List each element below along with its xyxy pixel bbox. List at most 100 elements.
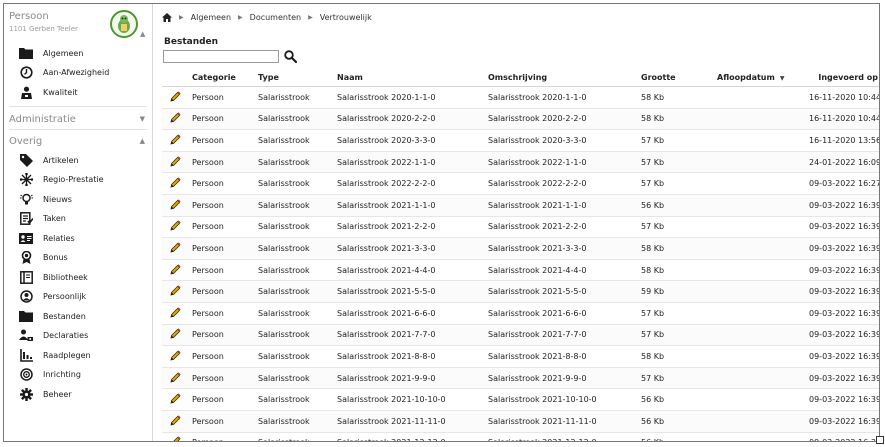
cell-omschrijving: Salarisstrook 2021-12-12-0 xyxy=(484,432,637,441)
cell-categorie: Persoon xyxy=(188,172,254,195)
table-row[interactable]: Persoon Salarisstrook Salarisstrook 2022-2… xyxy=(162,172,879,195)
cell-afloopdatum xyxy=(713,302,805,325)
cell-omschrijving: Salarisstrook 2021-8-8-0 xyxy=(484,345,637,368)
cell-ingevoerd-op: 09-03-2022 16:39 xyxy=(805,410,879,433)
cell-omschrijving: Salarisstrook 2022-1-1-0 xyxy=(484,151,637,174)
table-row[interactable]: Persoon Salarisstrook Salarisstrook 2020-1… xyxy=(162,86,879,109)
sidebar-item-relaties[interactable]: Relaties xyxy=(19,230,75,246)
cell-ingevoerd-op: 09-03-2022 16:39 xyxy=(805,324,879,347)
sidebar-item-bibliotheek[interactable]: Bibliotheek xyxy=(19,269,88,285)
chevron-up-icon[interactable]: ▲ xyxy=(140,137,145,145)
divider xyxy=(9,106,147,107)
sidebar-item-regio-prestatie[interactable]: Regio-Prestatie xyxy=(19,172,104,188)
pencil-icon[interactable] xyxy=(170,134,181,145)
column-header-grootte[interactable]: Grootte xyxy=(637,68,713,87)
cell-naam: Salarisstrook 2021-5-5-0 xyxy=(333,280,484,303)
table-row[interactable]: Persoon Salarisstrook Salarisstrook 2021-8… xyxy=(162,345,879,368)
task-icon xyxy=(19,212,33,226)
pencil-icon[interactable] xyxy=(170,307,181,318)
table-row[interactable]: Persoon Salarisstrook Salarisstrook 2021-9… xyxy=(162,367,879,390)
table-row[interactable]: Persoon Salarisstrook Salarisstrook 2021-2… xyxy=(162,216,879,239)
cell-type: Salarisstrook xyxy=(254,259,333,282)
pencil-icon[interactable] xyxy=(170,371,181,383)
pencil-icon[interactable] xyxy=(170,328,181,339)
column-header-afloopdatum[interactable]: Afloopdatum ▼ xyxy=(713,68,805,87)
pencil-icon[interactable] xyxy=(170,436,181,441)
pencil-icon[interactable] xyxy=(170,91,181,102)
sidebar-item-kwaliteit[interactable]: Kwaliteit xyxy=(19,84,78,100)
cell-grootte: 57 Kb xyxy=(637,302,713,325)
table-row[interactable]: Persoon Salarisstrook Salarisstrook 2021-6… xyxy=(162,302,879,325)
breadcrumb-item[interactable]: Documenten xyxy=(250,13,301,22)
column-header-categorie[interactable]: Categorie xyxy=(188,68,254,87)
breadcrumb-item[interactable]: Vertrouwelijk xyxy=(320,13,372,22)
pencil-icon[interactable] xyxy=(170,177,181,188)
section-overig[interactable]: Overig ▲ xyxy=(9,134,147,148)
chevron-up-icon[interactable]: ▲ xyxy=(140,30,145,38)
table-row[interactable]: Persoon Salarisstrook Salarisstrook 2022-1… xyxy=(162,151,879,174)
sidebar-item-aan-afwezigheid[interactable]: Aan-Afwezigheid xyxy=(19,65,109,81)
cell-afloopdatum xyxy=(713,194,805,217)
cell-grootte: 57 Kb xyxy=(637,216,713,239)
table-row[interactable]: PersoonSalarisstrookSalarisstrook 2021-1… xyxy=(162,388,879,411)
pencil-icon[interactable] xyxy=(170,350,181,361)
sidebar-item-raadplegen[interactable]: Raadplegen xyxy=(19,347,91,363)
column-header-type[interactable]: Type xyxy=(254,68,333,87)
cell-ingevoerd-op: 24-01-2022 16:09 xyxy=(805,151,879,174)
pencil-icon[interactable] xyxy=(170,220,181,231)
column-header-ingevoerd-op[interactable]: Ingevoerd op xyxy=(805,68,879,87)
sidebar-item-persoonlijk[interactable]: Persoonlijk xyxy=(19,289,86,305)
pencil-icon[interactable] xyxy=(170,112,181,123)
pencil-icon[interactable] xyxy=(170,155,181,167)
sidebar-item-label: Regio-Prestatie xyxy=(43,175,104,184)
cell-grootte: 56 Kb xyxy=(637,388,713,411)
cell-type: Salarisstrook xyxy=(254,194,333,217)
sidebar-item-inrichting[interactable]: Inrichting xyxy=(19,367,81,383)
sidebar-item-declaraties[interactable]: Declaraties xyxy=(19,328,88,344)
table-row[interactable]: PersoonSalarisstrookSalarisstrook 2021-1… xyxy=(162,432,879,441)
edit-cell xyxy=(162,237,188,260)
sidebar-item-beheer[interactable]: Beheer xyxy=(19,386,72,402)
sidebar-item-algemeen[interactable]: Algemeen xyxy=(19,45,83,61)
chevron-down-icon[interactable]: ▼ xyxy=(140,115,145,123)
column-header-naam[interactable]: Naam xyxy=(333,68,484,87)
column-header-omschrijving[interactable]: Omschrijving xyxy=(484,68,637,87)
cell-afloopdatum xyxy=(713,367,805,390)
cell-naam: Salarisstrook 2020-2-2-0 xyxy=(333,108,484,131)
table-row[interactable]: PersoonSalarisstrookSalarisstrook 2021-1… xyxy=(162,194,879,217)
cell-ingevoerd-op: 09-03-2022 16:39 xyxy=(805,367,879,390)
search-input[interactable] xyxy=(163,50,279,63)
cell-grootte: 58 Kb xyxy=(637,108,713,131)
table-row[interactable]: Persoon Salarisstrook Salarisstrook 2020-3… xyxy=(162,129,879,152)
sidebar-item-artikelen[interactable]: Artikelen xyxy=(19,152,79,168)
table-row[interactable]: PersoonSalarisstrookSalarisstrook 2021-1… xyxy=(162,410,879,433)
home-icon[interactable] xyxy=(162,13,172,22)
breadcrumb-item[interactable]: Algemeen xyxy=(191,13,231,22)
sidebar-item-bestanden[interactable]: Bestanden xyxy=(19,308,86,324)
pencil-icon[interactable] xyxy=(170,415,181,426)
table-row[interactable]: Persoon Salarisstrook Salarisstrook 2021-4… xyxy=(162,259,879,282)
table-row[interactable]: Persoon Salarisstrook Salarisstrook 2021-5… xyxy=(162,280,879,303)
sidebar-item-taken[interactable]: Taken xyxy=(19,211,66,227)
pencil-icon[interactable] xyxy=(170,199,181,210)
table-row[interactable]: Persoon Salarisstrook Salarisstrook 2020-2… xyxy=(162,108,879,131)
award-icon xyxy=(19,85,33,99)
search-button[interactable] xyxy=(283,49,297,64)
cell-naam: Salarisstrook 2020-1-1-0 xyxy=(333,86,484,109)
cell-categorie: Persoon xyxy=(188,367,254,390)
cell-categorie: Persoon xyxy=(188,151,254,174)
avatar[interactable] xyxy=(110,10,138,38)
table-row[interactable]: Persoon Salarisstrook Salarisstrook 2021-3… xyxy=(162,237,879,260)
sidebar-item-nieuws[interactable]: Nieuws xyxy=(19,191,72,207)
pencil-icon[interactable] xyxy=(170,393,181,404)
cell-omschrijving: Salarisstrook 2021-5-5-0 xyxy=(484,280,637,303)
sidebar-item-bonus[interactable]: Bonus xyxy=(19,250,68,266)
pencil-icon[interactable] xyxy=(170,285,181,296)
pencil-icon[interactable] xyxy=(170,242,181,253)
resize-handle[interactable] xyxy=(876,436,884,444)
sort-desc-icon: ▼ xyxy=(779,74,785,82)
section-administratie[interactable]: Administratie ▼ xyxy=(9,112,147,126)
cell-type: Salarisstrook xyxy=(254,388,333,411)
table-row[interactable]: Persoon Salarisstrook Salarisstrook 2021-7… xyxy=(162,324,879,347)
pencil-icon[interactable] xyxy=(170,263,181,275)
